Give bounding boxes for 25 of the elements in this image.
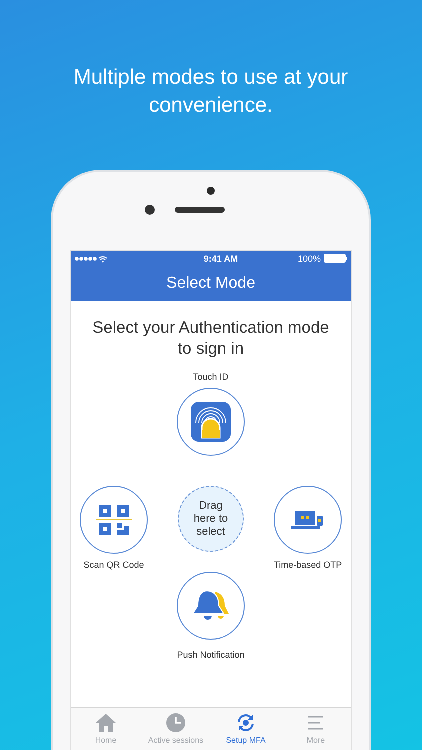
sync-icon [236,713,256,733]
mode-label: Touch ID [193,372,229,382]
tab[interactable]: Home [71,708,141,750]
menu-icon [306,713,326,733]
fingerprint-lock-icon [190,401,232,443]
nav-title: Select Mode [166,274,256,292]
tab[interactable]: More [281,708,351,750]
home-icon [96,713,116,733]
speaker-icon [175,207,225,213]
tab[interactable]: Setup MFA [211,708,281,750]
clock-icon [166,713,186,733]
sensor-icon [207,187,215,195]
tab[interactable]: Active sessions [141,708,211,750]
mode-label: Push Notification [177,650,245,660]
headline: Multiple modes to use at your convenience. [72,65,350,119]
mode-label: Time-based OTP [274,560,342,570]
status-time: 9:41 AM [202,254,240,264]
drop-zone[interactable]: Drag here to select [178,486,244,552]
battery-icon [324,254,348,263]
mode-label: Scan QR Code [84,560,144,570]
battery-percent: 100% [298,254,321,264]
signal-icon [74,254,108,262]
qr-code-icon [96,502,132,538]
prompt-text: Select your Authentication mode to sign in [92,318,330,360]
camera-icon [145,205,155,215]
